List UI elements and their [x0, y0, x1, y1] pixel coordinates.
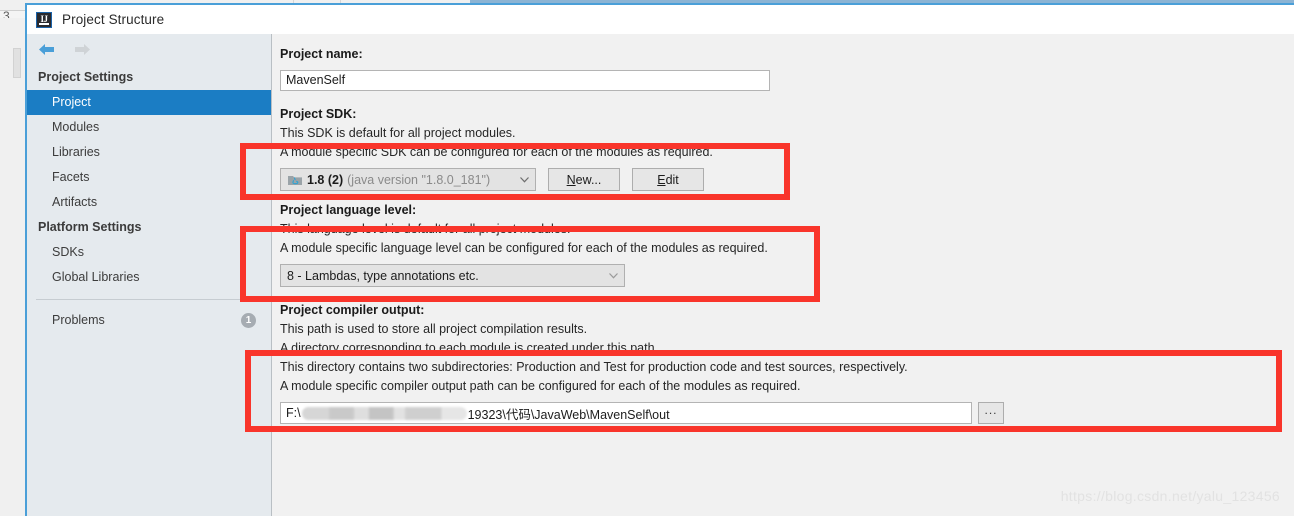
dialog-body: Project Settings Project Modules Librari… — [27, 34, 1294, 516]
project-structure-dialog: IJ Project Structure Project Settings Pr… — [25, 3, 1294, 516]
edit-sdk-button-rest: dit — [665, 172, 679, 187]
language-level-desc-1: This language level is default for all p… — [280, 222, 571, 236]
redacted-path-segment — [301, 406, 467, 420]
arrow-right-icon — [74, 43, 91, 56]
sidebar-item-modules[interactable]: Modules — [27, 115, 271, 140]
arrow-left-icon[interactable] — [38, 43, 55, 56]
dialog-titlebar: IJ Project Structure — [27, 5, 1294, 34]
sidebar-item-global-libraries[interactable]: Global Libraries — [27, 265, 271, 290]
sidebar-group-platform-settings: Platform Settings — [38, 220, 142, 234]
compiler-output-controls: F:\ 19323\代码\JavaWeb\MavenSelf\out ... — [280, 402, 1294, 424]
compiler-output-path-input[interactable]: F:\ 19323\代码\JavaWeb\MavenSelf\out — [280, 402, 972, 424]
sidebar-item-artifacts[interactable]: Artifacts — [27, 190, 271, 215]
sidebar-item-sdks[interactable]: SDKs — [27, 240, 271, 265]
intellij-idea-icon: IJ — [36, 11, 52, 28]
language-level-desc-2: A module specific language level can be … — [280, 241, 768, 255]
navigation-arrows — [27, 34, 271, 65]
browse-output-path-button[interactable]: ... — [978, 402, 1004, 424]
new-sdk-button-rest: ew... — [575, 172, 602, 187]
watermark: https://blog.csdn.net/yalu_123456 — [1060, 488, 1280, 504]
project-sdk-dropdown[interactable]: 1.8 (2) (java version "1.8.0_181") — [280, 168, 536, 191]
project-language-level-label: Project language level: — [280, 203, 417, 217]
project-compiler-output-label: Project compiler output: — [280, 303, 425, 317]
project-language-level-value: 8 - Lambdas, type annotations etc. — [287, 268, 479, 283]
project-sdk-controls: 1.8 (2) (java version "1.8.0_181") New..… — [280, 168, 1294, 191]
sidebar-item-facets[interactable]: Facets — [27, 165, 271, 190]
project-name-label: Project name: — [280, 47, 363, 61]
sidebar-item-libraries[interactable]: Libraries — [27, 140, 271, 165]
edit-sdk-button-mnemonic: E — [657, 172, 666, 187]
compiler-output-desc-1: This path is used to store all project c… — [280, 322, 588, 336]
sidebar-item-project[interactable]: Project — [27, 90, 271, 115]
new-sdk-button[interactable]: New... — [548, 168, 620, 191]
dialog-title: Project Structure — [62, 12, 165, 27]
java-sdk-icon — [287, 173, 303, 187]
compiler-output-desc-3: This directory contains two subdirectori… — [280, 360, 908, 374]
sidebar-item-problems[interactable]: Problems 1 — [27, 308, 271, 333]
sidebar-item-problems-label: Problems — [52, 313, 105, 327]
compiler-output-desc-4: A module specific compiler output path c… — [280, 379, 801, 393]
project-settings-panel: Project name: MavenSelf Project SDK: Thi… — [272, 34, 1294, 516]
compiler-output-desc-2: A directory corresponding to each module… — [280, 341, 658, 355]
project-sdk-desc-2: A module specific SDK can be configured … — [280, 145, 713, 159]
sidebar-divider — [36, 299, 262, 300]
background-gutter-marker — [13, 48, 21, 78]
project-sdk-desc-1: This SDK is default for all project modu… — [280, 126, 516, 140]
project-sdk-version: (java version "1.8.0_181") — [347, 172, 491, 187]
project-language-level-dropdown[interactable]: 8 - Lambdas, type annotations etc. — [280, 264, 625, 287]
new-sdk-button-mnemonic: N — [566, 172, 576, 187]
compiler-output-path-suffix: 19323\代码\JavaWeb\MavenSelf\out — [467, 407, 670, 422]
edit-sdk-button[interactable]: Edit — [632, 168, 704, 191]
compiler-output-path-prefix: F:\ — [286, 406, 301, 420]
project-sdk-name: 1.8 (2) — [307, 172, 344, 187]
project-sdk-label: Project SDK: — [280, 107, 357, 121]
app-icon-letters: IJ — [40, 14, 48, 24]
problems-count-badge: 1 — [241, 313, 256, 328]
settings-sidebar: Project Settings Project Modules Librari… — [27, 34, 272, 516]
chevron-down-icon — [517, 176, 531, 183]
project-name-input[interactable]: MavenSelf — [280, 70, 770, 91]
sidebar-group-project-settings: Project Settings — [38, 70, 134, 84]
chevron-down-icon — [606, 272, 620, 279]
